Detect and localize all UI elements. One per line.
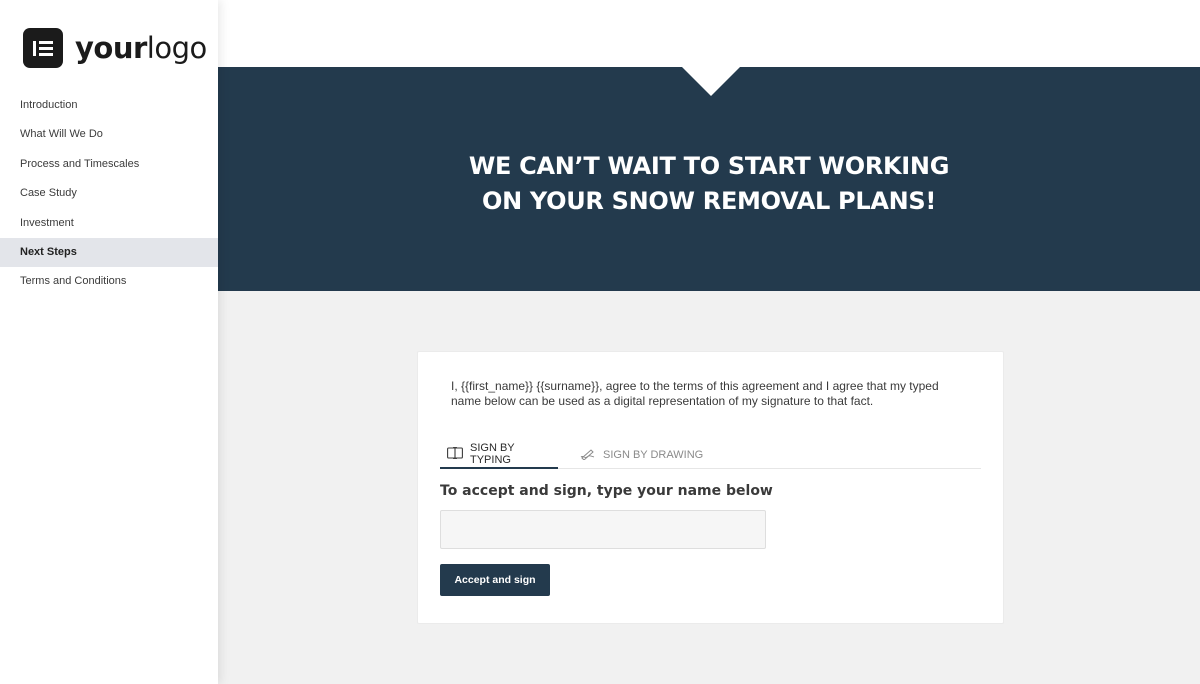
hero-banner: WE CAN’T WAIT TO START WORKING ON YOUR S… (218, 67, 1200, 291)
pen-icon (580, 448, 596, 463)
hero-title-line-2: ON YOUR SNOW REMOVAL PLANS! (481, 187, 937, 215)
tab-sign-by-drawing-label: SIGN BY DRAWING (603, 449, 704, 461)
sidebar-item-introduction[interactable]: Introduction (0, 91, 218, 120)
hero-notch (682, 67, 740, 96)
sign-instruction: To accept and sign, type your name below (440, 483, 773, 499)
logo[interactable]: yourlogo (23, 28, 207, 68)
sidebar-item-terms-and-conditions[interactable]: Terms and Conditions (0, 267, 218, 296)
logo-text-regular: logo (146, 31, 207, 65)
tab-sign-by-typing[interactable]: SIGN BY TYPING (440, 441, 558, 469)
signature-tabs: SIGN BY TYPING SIGN BY DRAWING (440, 441, 981, 469)
top-strip (218, 0, 1200, 67)
app-root: yourlogo Introduction What Will We Do Pr… (0, 0, 1200, 684)
signature-card: I, {{first_name}} {{surname}}, agree to … (417, 351, 1004, 624)
accept-and-sign-button[interactable]: Accept and sign (440, 564, 550, 596)
hero-title-line-1: WE CAN’T WAIT TO START WORKING (468, 152, 950, 180)
sidebar-item-process-and-timescales[interactable]: Process and Timescales (0, 150, 218, 179)
agreement-text: I, {{first_name}} {{surname}}, agree to … (451, 379, 939, 408)
keyboard-icon (447, 446, 463, 462)
sidebar-item-next-steps[interactable]: Next Steps (0, 237, 218, 268)
logo-text-bold: your (75, 31, 147, 65)
sidebar: yourlogo Introduction What Will We Do Pr… (0, 0, 218, 684)
hero-title: WE CAN’T WAIT TO START WORKING ON YOUR S… (218, 149, 1200, 219)
tab-sign-by-drawing[interactable]: SIGN BY DRAWING (580, 441, 703, 469)
signature-name-input[interactable] (440, 510, 766, 549)
tab-sign-by-typing-label: SIGN BY TYPING (470, 442, 515, 466)
sidebar-item-what-will-we-do[interactable]: What Will We Do (0, 120, 218, 149)
logo-text: yourlogo (75, 31, 207, 65)
sidebar-nav: Introduction What Will We Do Process and… (0, 91, 218, 297)
sidebar-item-case-study[interactable]: Case Study (0, 179, 218, 208)
sidebar-item-investment[interactable]: Investment (0, 209, 218, 238)
elementor-logo-icon (23, 28, 63, 68)
